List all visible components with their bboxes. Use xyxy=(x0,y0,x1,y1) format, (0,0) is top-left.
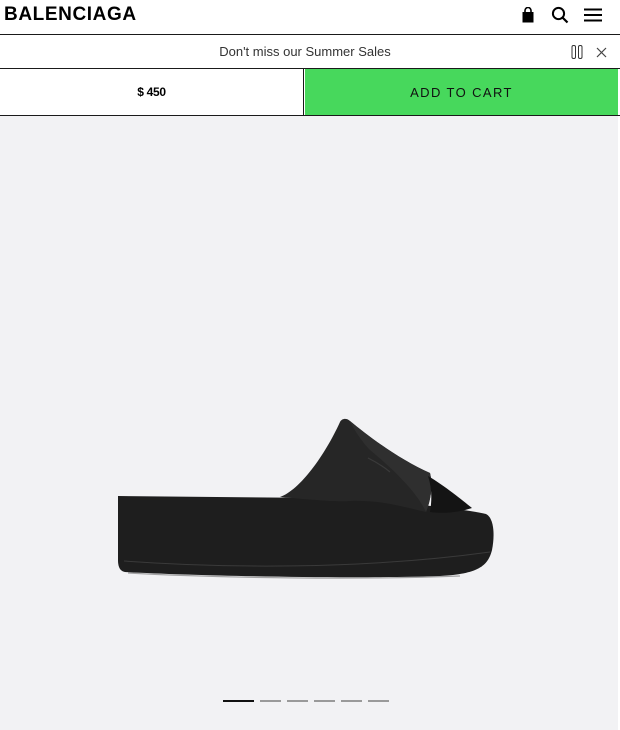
slide-indicator-1[interactable] xyxy=(223,700,254,702)
slide-indicator-6[interactable] xyxy=(368,700,389,702)
purchase-bar: $ 450 ADD TO CART xyxy=(0,69,620,116)
shopping-bag-icon[interactable] xyxy=(517,4,539,26)
search-icon[interactable] xyxy=(549,4,571,26)
add-to-cart-button[interactable]: ADD TO CART xyxy=(305,69,618,115)
slide-indicator-3[interactable] xyxy=(287,700,308,702)
slide-indicator-5[interactable] xyxy=(341,700,362,702)
promo-text[interactable]: Don't miss our Summer Sales xyxy=(0,44,610,59)
product-price: $ 450 xyxy=(0,69,304,115)
site-header: BALENCIAGA xyxy=(0,0,620,35)
promo-banner: Don't miss our Summer Sales xyxy=(0,35,620,69)
gallery-pagination xyxy=(223,700,389,702)
pause-icon[interactable] xyxy=(569,44,585,60)
menu-icon[interactable] xyxy=(582,4,604,26)
slide-indicator-2[interactable] xyxy=(260,700,281,702)
slide-indicator-4[interactable] xyxy=(314,700,335,702)
product-slide-sandal[interactable] xyxy=(100,400,510,590)
close-icon[interactable] xyxy=(593,44,609,60)
brand-logo[interactable]: BALENCIAGA xyxy=(4,4,137,26)
